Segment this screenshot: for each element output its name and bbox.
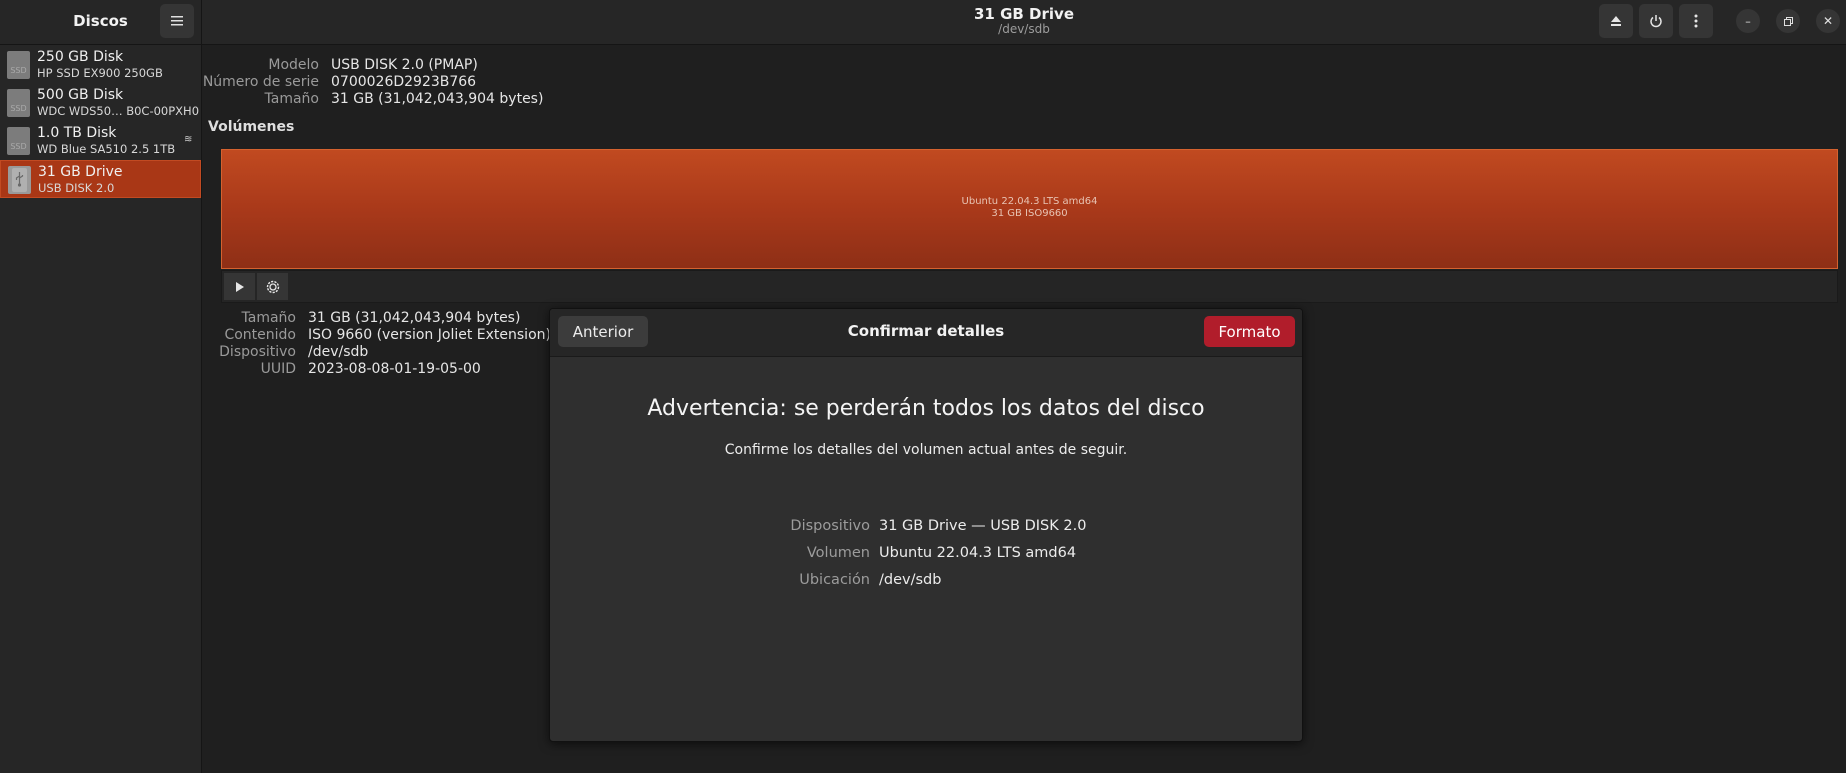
volume-size-type: 31 GB ISO9660 bbox=[991, 208, 1068, 219]
volume-toolbar bbox=[221, 270, 1838, 303]
ssd-icon: SSD bbox=[7, 51, 30, 79]
close-icon: ✕ bbox=[1822, 14, 1834, 28]
disk-model: USB DISK 2.0 bbox=[38, 181, 115, 195]
disk-model: WDC WDS50… B0C-00PXH0 bbox=[37, 104, 200, 118]
device-label: Dispositivo bbox=[219, 344, 296, 360]
dialog-volume-value: Ubuntu 22.04.3 LTS amd64 bbox=[879, 545, 1077, 561]
uuid-label: UUID bbox=[260, 361, 296, 377]
raid-member-icon: ≋ bbox=[184, 134, 193, 145]
disk-item-500gb[interactable]: SSD 500 GB Disk WDC WDS50… B0C-00PXH0 bbox=[0, 84, 201, 122]
maximize-button[interactable] bbox=[1776, 9, 1800, 33]
hamburger-menu-icon bbox=[171, 16, 183, 26]
device-value: /dev/sdb bbox=[308, 344, 369, 360]
dialog-device-value: 31 GB Drive — USB DISK 2.0 bbox=[879, 518, 1087, 534]
dialog-location-value: /dev/sdb bbox=[879, 572, 942, 588]
disk-item-250gb[interactable]: SSD 250 GB Disk HP SSD EX900 250GB bbox=[0, 46, 201, 84]
dialog-location-label: Ubicación bbox=[799, 572, 870, 588]
disk-name: 500 GB Disk bbox=[37, 87, 124, 103]
confirm-format-dialog: Anterior Confirmar detalles Formato Adve… bbox=[549, 308, 1303, 742]
sidebar-header: Discos bbox=[0, 0, 201, 45]
close-window-button[interactable]: ✕ bbox=[1816, 9, 1840, 33]
size-value: 31 GB (31,042,043,904 bytes) bbox=[331, 91, 544, 107]
eject-button[interactable] bbox=[1599, 4, 1633, 38]
warning-subtitle: Confirme los detalles del volumen actual… bbox=[724, 442, 1128, 458]
volume-size-label: Tamaño bbox=[241, 310, 296, 326]
format-button[interactable]: Formato bbox=[1204, 316, 1295, 347]
gear-icon bbox=[266, 280, 279, 293]
header-bar: 31 GB Drive /dev/sdb – ✕ bbox=[202, 0, 1846, 45]
usb-drive-icon bbox=[8, 166, 31, 194]
uuid-value: 2023-08-08-01-19-05-00 bbox=[308, 361, 481, 377]
dialog-device-label: Dispositivo bbox=[790, 518, 870, 534]
volume-size-value: 31 GB (31,042,043,904 bytes) bbox=[308, 310, 521, 326]
disk-name: 250 GB Disk bbox=[37, 49, 124, 65]
minimize-icon: – bbox=[1745, 14, 1751, 28]
dialog-title: Confirmar detalles bbox=[847, 322, 1005, 340]
dialog-header: Anterior Confirmar detalles Formato bbox=[550, 309, 1302, 357]
disk-item-31gb-drive[interactable]: 31 GB Drive USB DISK 2.0 bbox=[0, 160, 201, 198]
power-off-button[interactable] bbox=[1639, 4, 1673, 38]
model-label: Modelo bbox=[268, 57, 319, 73]
sidebar: Discos SSD 250 GB Disk HP SSD EX900 250G… bbox=[0, 0, 202, 773]
volume-settings-button[interactable] bbox=[257, 273, 288, 300]
serial-value: 0700026D2923B766 bbox=[331, 74, 477, 90]
minimize-button[interactable]: – bbox=[1736, 9, 1760, 33]
serial-label: Número de serie bbox=[202, 74, 319, 90]
disk-item-1tb[interactable]: SSD 1.0 TB Disk WD Blue SA510 2.5 1TB ≋ bbox=[0, 122, 201, 160]
volume-name: Ubuntu 22.04.3 LTS amd64 bbox=[961, 196, 1098, 207]
disk-model: WD Blue SA510 2.5 1TB bbox=[37, 142, 176, 156]
ssd-icon: SSD bbox=[7, 127, 30, 155]
vertical-ellipsis-icon bbox=[1694, 14, 1698, 28]
disk-model: HP SSD EX900 250GB bbox=[37, 66, 163, 80]
disk-name: 1.0 TB Disk bbox=[37, 125, 117, 141]
ssd-icon: SSD bbox=[7, 89, 30, 117]
hamburger-menu-button[interactable] bbox=[160, 4, 194, 38]
warning-heading: Advertencia: se perderán todos los datos… bbox=[647, 396, 1205, 421]
model-value: USB DISK 2.0 (PMAP) bbox=[331, 57, 478, 73]
size-label: Tamaño bbox=[264, 91, 319, 107]
content-value: ISO 9660 (version Joliet Extension) — bbox=[308, 327, 570, 343]
power-icon bbox=[1650, 15, 1662, 28]
disk-list: SSD 250 GB Disk HP SSD EX900 250GB SSD 5… bbox=[0, 46, 201, 198]
dialog-volume-label: Volumen bbox=[806, 545, 870, 561]
volume-partition-bar[interactable]: Ubuntu 22.04.3 LTS amd64 31 GB ISO9660 bbox=[221, 149, 1838, 269]
drive-menu-button[interactable] bbox=[1679, 4, 1713, 38]
restore-icon bbox=[1783, 16, 1793, 26]
mount-button[interactable] bbox=[224, 273, 255, 300]
content-label: Contenido bbox=[224, 327, 296, 343]
play-icon bbox=[235, 281, 244, 292]
disk-name: 31 GB Drive bbox=[38, 164, 123, 180]
volumes-heading: Volúmenes bbox=[208, 119, 295, 135]
eject-icon bbox=[1611, 16, 1621, 26]
